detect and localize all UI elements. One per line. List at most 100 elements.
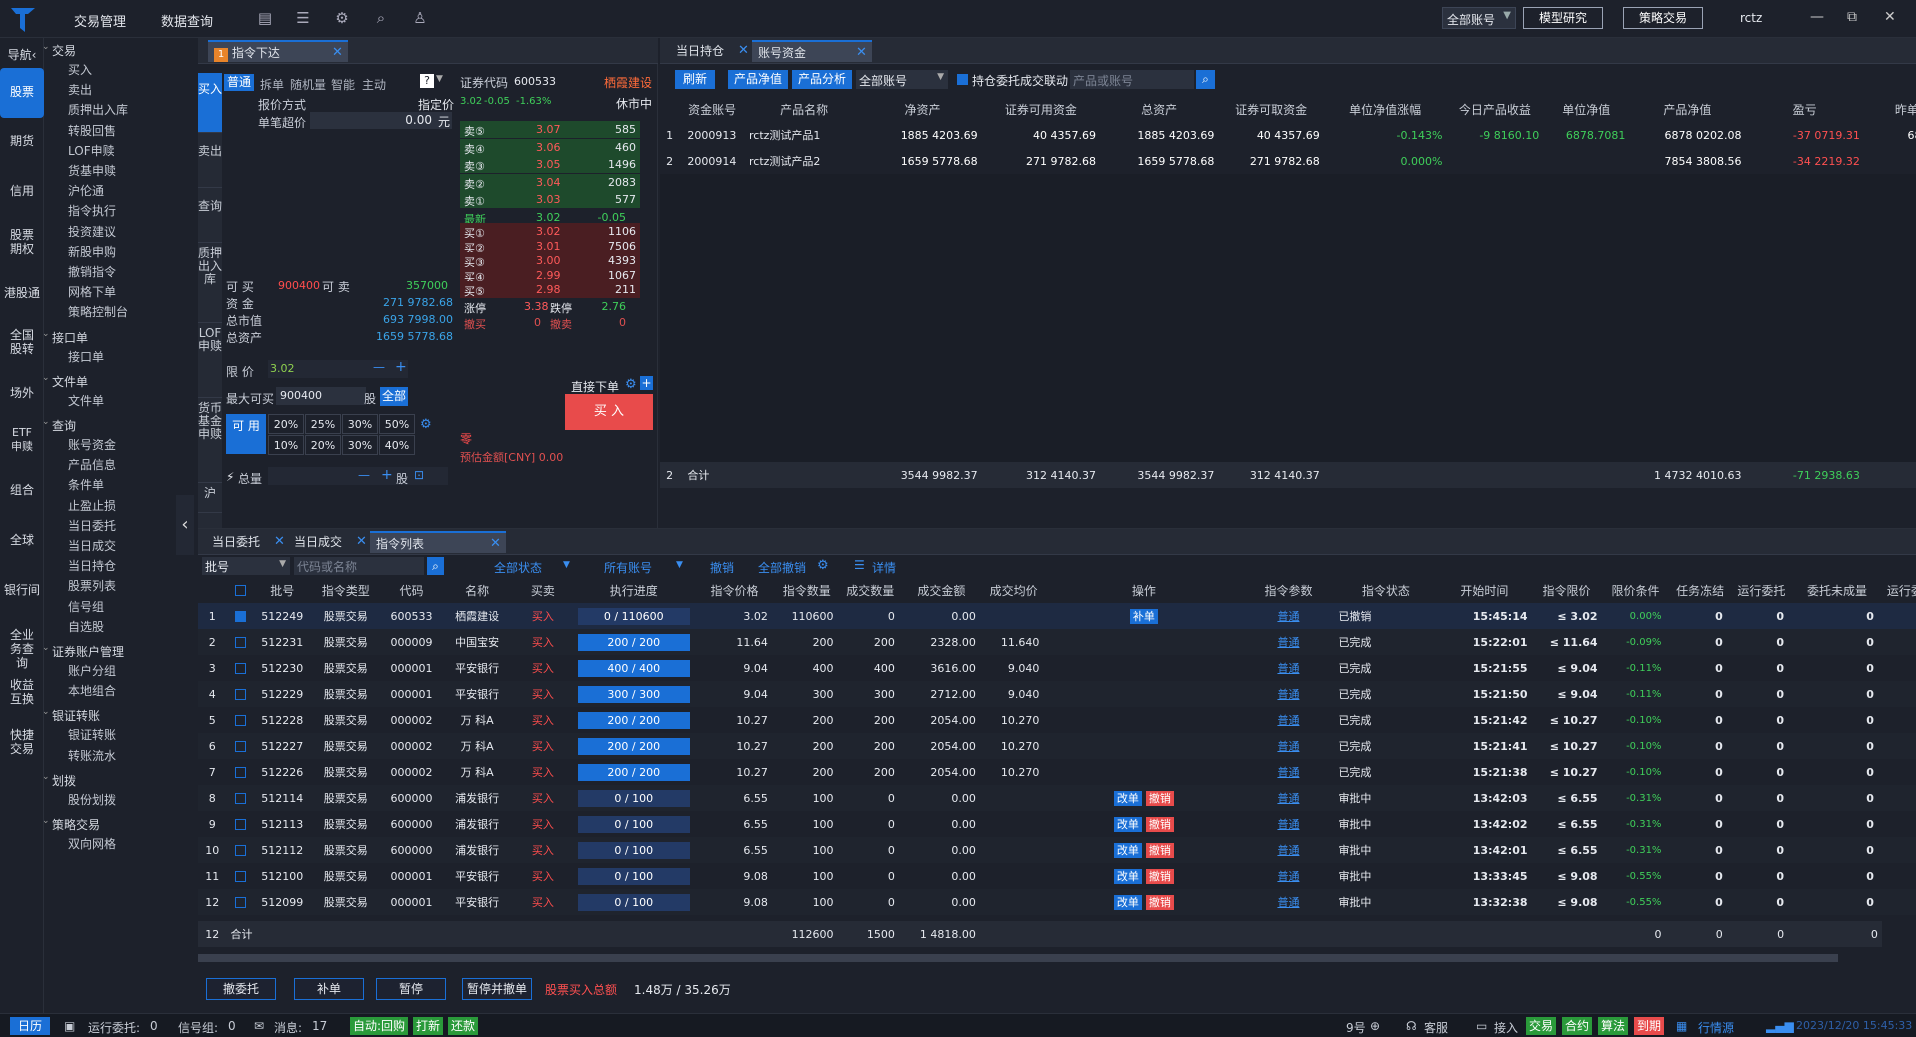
expiry-tag[interactable]: 到期 [1634,1017,1665,1035]
menu-item[interactable]: 买入 [68,61,92,78]
menu-item[interactable]: 当日委托 [68,517,116,534]
row-op-button[interactable]: 撤销 [1145,894,1174,910]
menu-item[interactable]: 止盈止损 [68,497,116,514]
nav-item-portfolio[interactable]: 组合 [0,483,44,497]
bid-level[interactable]: 买⑤ 2.98 211 [460,281,640,298]
ask-level[interactable]: 卖④ 3.06 460 [460,138,640,156]
menu-section-4[interactable]: 证券账户管理 [52,643,124,660]
mode-normal[interactable]: 普通 [224,74,254,91]
vtab-pledge[interactable]: 质押出入库 [198,243,222,323]
column-header[interactable]: 运行委托 [1731,577,1792,603]
column-header[interactable]: 指令限价 [1532,577,1602,603]
column-header[interactable]: 成交均价 [982,577,1046,603]
close-icon[interactable]: ✕ [856,42,867,64]
restore-icon[interactable]: ⧉ [1847,9,1857,25]
chevron-down-icon[interactable]: ⌄ [42,42,50,52]
chevron-down-icon[interactable]: ⌄ [42,707,50,717]
cmd-param-link[interactable]: 普通 [1242,603,1334,629]
menu-item[interactable]: 接口单 [68,348,104,365]
ask-level[interactable]: 卖⑤ 3.07 585 [460,121,640,138]
nav-item-neeq[interactable]: 全国股转 [0,328,44,356]
percent-option[interactable]: 20% [268,414,304,434]
command-row[interactable]: 9 512113 股票交易 600000 浦发银行 买入 0 / 100 6.55 100 0 0.… [198,811,1916,837]
percent-option[interactable]: 30% [342,414,378,434]
row-checkbox[interactable] [226,629,254,655]
column-header[interactable]: 成交金额 [901,577,982,603]
column-header[interactable]: 资金账号 [679,96,745,122]
menu-section-3[interactable]: 查询 [52,417,76,434]
nav-item-otc[interactable]: 场外 [0,386,44,400]
percent-option[interactable]: 25% [305,414,341,434]
menu-section-1[interactable]: 接口单 [52,329,88,346]
signal-count[interactable]: 0 [228,1019,236,1033]
message-count[interactable]: 17 [312,1019,327,1033]
cmd-param-link[interactable]: 普通 [1242,889,1334,915]
column-header[interactable]: 单位净值涨幅 [1324,96,1447,122]
command-row[interactable]: 3 512230 股票交易 000001 平安银行 买入 400 / 400 9.04 400 4… [198,655,1916,681]
nav-item-etf[interactable]: ETF申赎 [0,426,44,454]
percent-option[interactable]: 10% [268,435,304,455]
cmd-param-link[interactable]: 普通 [1242,707,1334,733]
command-row[interactable]: 1 512249 股票交易 600533 栖霞建设 买入 0 / 110600 3.02 110… [198,603,1916,629]
column-header[interactable]: 证券可用资金 [982,96,1100,122]
buy-submit-button[interactable]: 买 入 [565,394,653,430]
search-icon[interactable]: ⌕ [427,557,444,575]
menu-section-0[interactable]: 交易 [52,42,76,59]
column-header[interactable]: 今日产品收益 [1446,96,1543,122]
menu-item[interactable]: 质押出入库 [68,101,128,118]
position-account-select[interactable]: 全部账号 ▼ [856,70,948,89]
select-all-checkbox[interactable] [226,577,254,603]
product-nav-button[interactable]: 产品净值 [728,70,788,89]
menu-item[interactable]: 银证转账 [68,726,116,743]
calendar-button[interactable]: 日历 [10,1017,50,1035]
column-header[interactable]: 执行进度 [572,577,695,603]
column-header[interactable]: 委托未成量 [1792,577,1882,603]
menu-item[interactable]: 新股申购 [68,243,116,260]
command-row[interactable]: 12 512099 股票交易 000001 平安银行 买入 0 / 100 9.08 100 0 0… [198,889,1916,915]
vtab-buy[interactable]: 买入 [198,73,222,133]
auto-repo-badge[interactable]: 自动:回购 [350,1017,409,1035]
menu-item[interactable]: 卖出 [68,81,92,98]
plus-icon[interactable]: + [640,376,653,390]
column-header[interactable]: 产品净值 [1629,96,1745,122]
menu-section-2[interactable]: 文件单 [52,373,88,390]
price-minus-button[interactable]: — [373,360,385,374]
menu-section-7[interactable]: 策略交易 [52,816,100,833]
row-checkbox[interactable] [226,837,254,863]
command-row[interactable]: 4 512229 股票交易 000001 平安银行 买入 300 / 300 9.04 300 3… [198,681,1916,707]
column-header[interactable]: 指令参数 [1242,577,1334,603]
row-checkbox[interactable] [226,733,254,759]
chevron-down-icon[interactable]: ⌄ [42,816,50,826]
gear-icon[interactable]: ⚙ [420,417,432,432]
cmd-param-link[interactable]: 普通 [1242,681,1334,707]
menu-item[interactable]: 策略控制台 [68,303,128,320]
tab-account-funds[interactable]: 账号资金 ✕ [752,40,872,62]
nav-item-hk-connect[interactable]: 港股通 [0,286,44,300]
menu-item[interactable]: 文件单 [68,392,104,409]
column-header[interactable]: 指令数量 [774,577,840,603]
column-header[interactable]: 操作 [1045,577,1242,603]
ask-level[interactable]: 卖① 3.03 577 [460,191,640,208]
product-search-input[interactable]: 产品或账号 [1070,70,1194,89]
gear-icon[interactable]: ⚙ [817,558,829,573]
model-research-button[interactable]: 模型研究 [1523,7,1603,29]
row-checkbox[interactable] [226,603,254,629]
nav-data-query[interactable]: 数据查询 [161,11,213,30]
row-op-button[interactable]: 改单 [1113,790,1142,806]
percent-option[interactable]: 20% [305,435,341,455]
nav-item-interbank[interactable]: 银行间 [0,583,44,597]
cmd-param-link[interactable]: 普通 [1242,759,1334,785]
contract-tag[interactable]: 合约 [1562,1017,1593,1035]
row-op-button[interactable]: 撤销 [1145,868,1174,884]
nav-toggle[interactable]: 导航‹ [0,48,44,62]
column-header[interactable]: 成交数量 [840,577,901,603]
command-row[interactable]: 6 512227 股票交易 000002 万 科A 买入 200 / 200 10.27 200… [198,733,1916,759]
row-checkbox[interactable] [226,863,254,889]
row-checkbox[interactable] [226,655,254,681]
command-row[interactable]: 5 512228 股票交易 000002 万 科A 买入 200 / 200 10.27 200… [198,707,1916,733]
chevron-down-icon[interactable]: ⌄ [42,772,50,782]
layout-icon[interactable]: ▤ [256,9,274,27]
position-row[interactable]: 1 2000913 rctz测试产品1 1885 4203.69 40 4357.69 1… [660,122,1916,148]
column-header[interactable]: 单位净值 [1543,96,1629,122]
connect-label[interactable]: 接入 [1494,1019,1518,1036]
